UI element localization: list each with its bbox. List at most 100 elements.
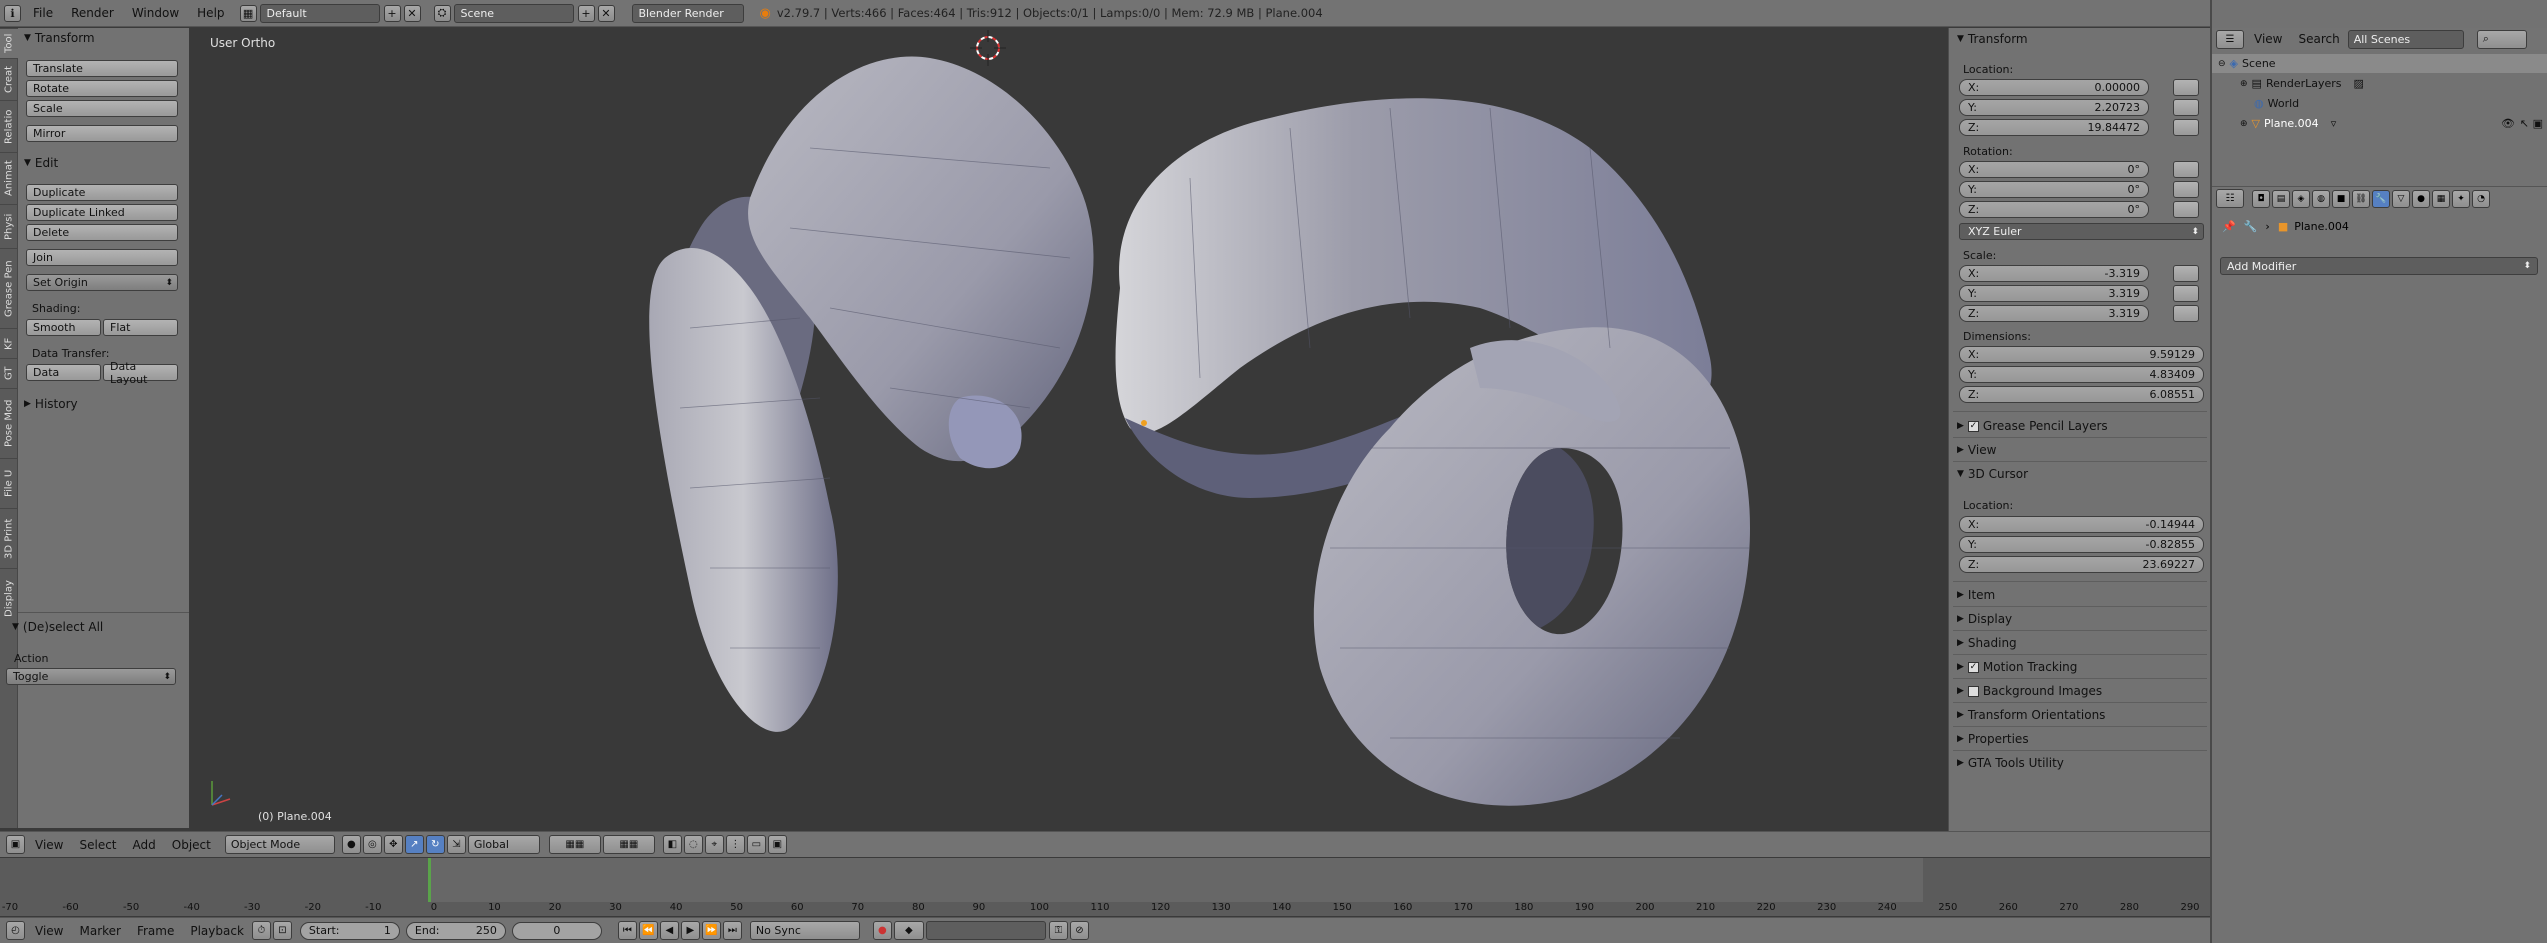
play-icon[interactable]: ▶ xyxy=(680,921,700,940)
scale-x-field[interactable]: X: -3.319 xyxy=(1959,265,2149,282)
tab-gt[interactable]: GT xyxy=(0,358,18,388)
proportional-edit-icon[interactable]: ◌ xyxy=(683,835,703,854)
horn-mesh[interactable] xyxy=(190,28,1948,831)
current-frame-field[interactable]: 0 xyxy=(511,921,602,940)
action-dropdown[interactable]: Toggle xyxy=(6,668,176,685)
editor-type-icon[interactable]: ◴ xyxy=(6,921,25,940)
outliner-filter-dropdown[interactable]: All Scenes xyxy=(2347,29,2464,49)
renderable-camera-icon[interactable]: ▣ xyxy=(2533,117,2543,130)
expand-toggle-icon[interactable]: ⊕ xyxy=(2240,119,2248,129)
lock-scale-y-icon[interactable] xyxy=(2173,285,2199,302)
lock-rotation-y-icon[interactable] xyxy=(2173,181,2199,198)
location-y-field[interactable]: Y: 2.20723 xyxy=(1959,99,2149,116)
translate-button[interactable]: Translate xyxy=(26,60,178,77)
menu-view[interactable]: View xyxy=(27,924,71,938)
add-scene-icon[interactable]: + xyxy=(577,4,595,22)
scale-manipulator-icon[interactable]: ⇲ xyxy=(446,835,466,854)
menu-object[interactable]: Object xyxy=(164,838,219,852)
material-tab-icon[interactable]: ● xyxy=(2412,189,2430,208)
lock-range-icon[interactable]: ⊡ xyxy=(272,921,292,940)
properties-panel-header[interactable]: ▶ Properties xyxy=(1953,729,2207,749)
lock-rotation-z-icon[interactable] xyxy=(2173,201,2199,218)
smooth-button[interactable]: Smooth xyxy=(26,319,101,336)
tab-grease-pencil[interactable]: Grease Pen xyxy=(0,248,18,328)
flat-button[interactable]: Flat xyxy=(103,319,178,336)
grease-pencil-checkbox[interactable]: ✓ xyxy=(1967,420,1979,432)
join-button[interactable]: Join xyxy=(26,249,178,266)
physics-tab-icon[interactable]: ◔ xyxy=(2472,189,2490,208)
jump-keyframe-forward-icon[interactable]: ⏩ xyxy=(701,921,721,940)
constraints-tab-icon[interactable]: ⛓ xyxy=(2352,189,2370,208)
transform-panel-header[interactable]: ▼ Transform xyxy=(1953,29,2207,49)
remove-layout-icon[interactable]: ✕ xyxy=(403,4,421,22)
dimensions-z-field[interactable]: Z: 6.08551 xyxy=(1959,386,2204,403)
view-panel-header[interactable]: ▶ View xyxy=(1953,440,2207,460)
tab-create[interactable]: Creat xyxy=(0,58,18,100)
jump-end-icon[interactable]: ⏭ xyxy=(722,921,742,940)
add-layout-icon[interactable]: + xyxy=(383,4,401,22)
rotation-z-field[interactable]: Z: 0° xyxy=(1959,201,2149,218)
lock-rotation-x-icon[interactable] xyxy=(2173,161,2199,178)
scene-tab-icon[interactable]: ◈ xyxy=(2292,189,2310,208)
dimensions-y-field[interactable]: Y: 4.83409 xyxy=(1959,366,2204,383)
menu-file[interactable]: File xyxy=(24,6,62,20)
menu-frame[interactable]: Frame xyxy=(129,924,182,938)
record-icon[interactable]: ● xyxy=(872,921,892,940)
grease-pencil-panel-header[interactable]: ▶ ✓ Grease Pencil Layers xyxy=(1953,416,2207,436)
info-icon[interactable]: ℹ xyxy=(4,4,21,22)
pin-icon[interactable]: 📌 xyxy=(2222,220,2236,233)
world-tab-icon[interactable]: ◍ xyxy=(2312,189,2330,208)
delete-keyframe-icon[interactable]: ⊘ xyxy=(1069,921,1089,940)
render-layers-tab-icon[interactable]: ▤ xyxy=(2272,189,2290,208)
background-images-panel-header[interactable]: ▶ Background Images xyxy=(1953,681,2207,701)
preview-range-icon[interactable]: ⏱ xyxy=(251,921,271,940)
tab-relations[interactable]: Relatio xyxy=(0,100,18,152)
outliner-search-menu[interactable]: Search xyxy=(2290,32,2347,46)
3d-cursor-panel-header[interactable]: ▼ 3D Cursor xyxy=(1953,464,2207,484)
keying-set-icon[interactable]: ◆ xyxy=(893,921,924,940)
edit-panel-header[interactable]: ▼ Edit xyxy=(18,153,189,173)
manipulator-toggle-icon[interactable]: ✥ xyxy=(383,835,403,854)
scale-z-field[interactable]: Z: 3.319 xyxy=(1959,305,2149,322)
duplicate-button[interactable]: Duplicate xyxy=(26,184,178,201)
rotate-button[interactable]: Rotate xyxy=(26,80,178,97)
delete-button[interactable]: Delete xyxy=(26,224,178,241)
location-x-field[interactable]: X: 0.00000 xyxy=(1959,79,2149,96)
outliner-row-plane[interactable]: ⊕ ▽ Plane.004 ▿ 👁 ↖ ▣ xyxy=(2212,114,2547,133)
particles-tab-icon[interactable]: ✦ xyxy=(2452,189,2470,208)
lock-scale-z-icon[interactable] xyxy=(2173,305,2199,322)
expand-toggle-icon[interactable]: ⊖ xyxy=(2218,59,2226,69)
transform-orientation-selector[interactable]: Global xyxy=(467,835,540,854)
opengl-render-icon[interactable]: ▭ xyxy=(746,835,766,854)
cursor-x-field[interactable]: X: -0.14944 xyxy=(1959,516,2204,533)
end-frame-field[interactable]: End: 250 xyxy=(405,921,506,940)
background-images-checkbox[interactable] xyxy=(1967,685,1979,697)
motion-tracking-checkbox[interactable]: ✓ xyxy=(1967,661,1979,673)
tab-physics[interactable]: Physi xyxy=(0,204,18,248)
outliner-view-menu[interactable]: View xyxy=(2246,32,2290,46)
tab-tool[interactable]: Tool xyxy=(0,28,18,58)
expand-toggle-icon[interactable]: ⊕ xyxy=(2240,79,2248,89)
render-tab-icon[interactable]: ◘ xyxy=(2252,189,2270,208)
outliner-row-world[interactable]: ◍ World xyxy=(2212,94,2547,113)
camera-render-icon[interactable]: ▣ xyxy=(767,835,787,854)
item-panel-header[interactable]: ▶ Item xyxy=(1953,585,2207,605)
add-modifier-dropdown[interactable]: Add Modifier ⬍ xyxy=(2220,257,2538,275)
editor-type-icon[interactable]: ▣ xyxy=(6,835,25,854)
shading-panel-header[interactable]: ▶ Shading xyxy=(1953,633,2207,653)
translate-manipulator-icon[interactable]: ↗ xyxy=(404,835,424,854)
screen-layout-icon[interactable]: ▦ xyxy=(239,4,257,22)
lock-location-y-icon[interactable] xyxy=(2173,99,2199,116)
jump-start-icon[interactable]: ⏮ xyxy=(617,921,637,940)
timeline-area[interactable]: -70 -60 -50 -40 -30 -20 -10 0 10 20 30 40 50 60 70 80 90… xyxy=(0,858,2210,916)
menu-marker[interactable]: Marker xyxy=(71,924,128,938)
rotate-manipulator-icon[interactable]: ↻ xyxy=(425,835,445,854)
scale-button[interactable]: Scale xyxy=(26,100,178,117)
insert-keyframe-icon[interactable]: ⚿ xyxy=(1048,921,1068,940)
duplicate-linked-button[interactable]: Duplicate Linked xyxy=(26,204,178,221)
mode-selector[interactable]: Object Mode xyxy=(224,835,335,854)
menu-view[interactable]: View xyxy=(27,838,71,852)
operator-panel-header[interactable]: ▼ (De)select All xyxy=(6,617,177,637)
lock-scale-x-icon[interactable] xyxy=(2173,265,2199,282)
motion-tracking-panel-header[interactable]: ▶ ✓ Motion Tracking xyxy=(1953,657,2207,677)
